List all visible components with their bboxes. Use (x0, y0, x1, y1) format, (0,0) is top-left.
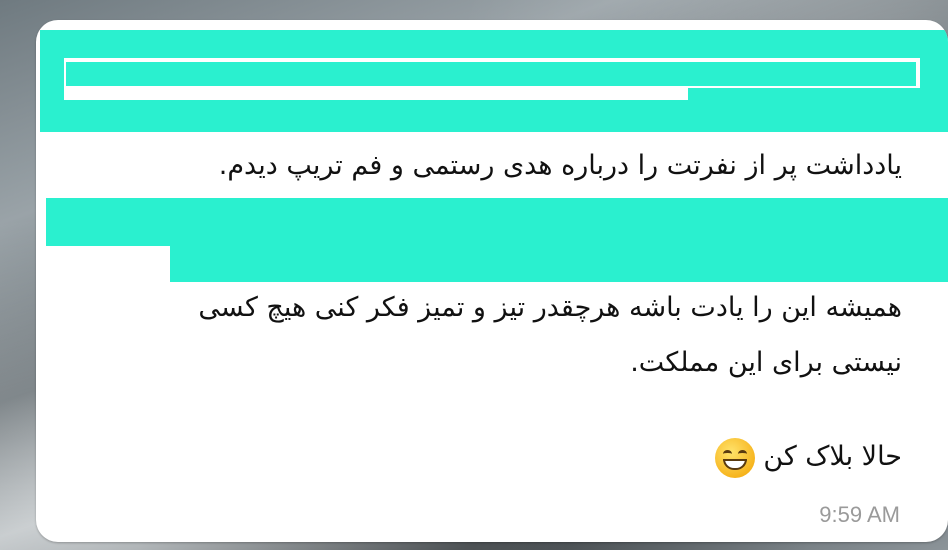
grinning-face-with-smiling-eyes-icon (714, 437, 755, 478)
message-line-3: نیستی برای این مملکت. (630, 347, 902, 378)
redaction-block-lower (170, 246, 948, 282)
message-bubble[interactable]: یادداشت پر از نفرتت را درباره هدی رستمی … (36, 20, 948, 542)
message-line-4-text: حالا بلاک کن (763, 441, 902, 472)
redaction-bar (66, 62, 916, 86)
message-line-1: یادداشت پر از نفرتت را درباره هدی رستمی … (218, 150, 902, 181)
message-line-2: همیشه این را یادت باشه هرچقدر تیز و تمیز… (198, 292, 902, 323)
message-line-4: حالا بلاک کن (707, 435, 902, 479)
redaction-block-middle (46, 198, 948, 246)
message-timestamp: 9:59 AM (819, 502, 900, 527)
redaction-gap (64, 88, 688, 100)
